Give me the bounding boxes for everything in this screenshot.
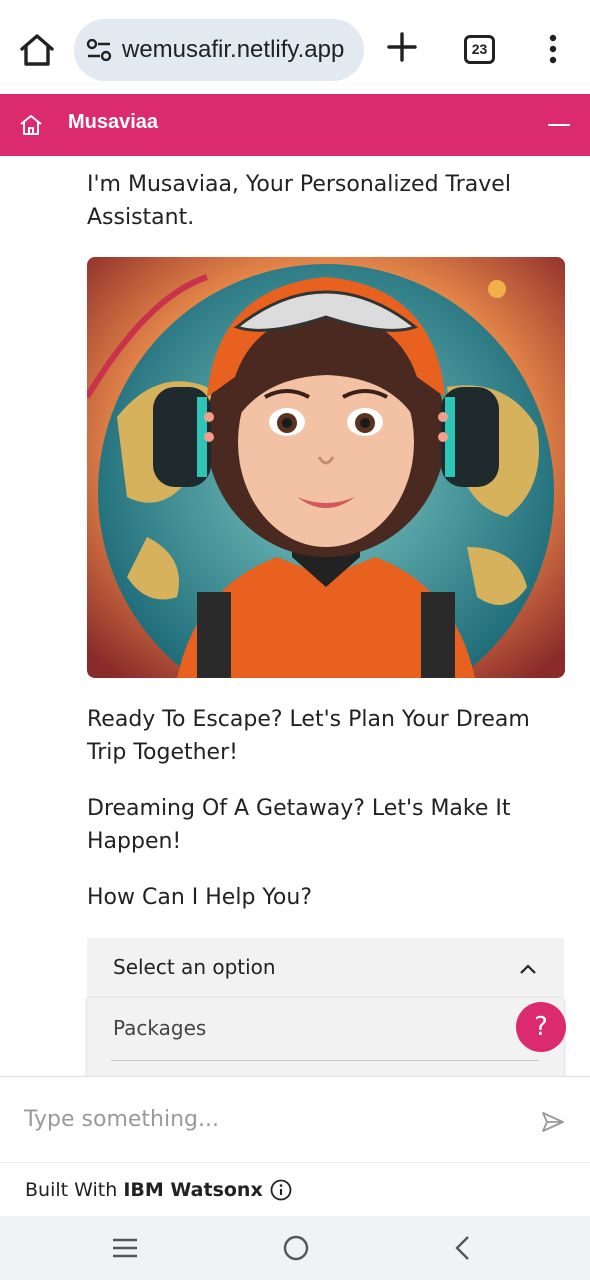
tab-switcher-button[interactable]: 23 bbox=[464, 35, 495, 64]
send-icon[interactable] bbox=[541, 1111, 565, 1133]
address-bar[interactable]: wemusafir.netlify.app bbox=[74, 19, 364, 81]
recent-apps-icon[interactable] bbox=[110, 1236, 140, 1260]
option-divider bbox=[111, 1060, 539, 1061]
back-icon[interactable] bbox=[452, 1234, 474, 1262]
chat-title: Musaviaa bbox=[68, 111, 159, 133]
built-with-label: Built With bbox=[25, 1179, 118, 1201]
option-select[interactable]: Select an option bbox=[87, 938, 564, 998]
select-placeholder: Select an option bbox=[113, 955, 276, 979]
message-composer bbox=[0, 1076, 590, 1162]
minimize-button[interactable] bbox=[548, 124, 570, 126]
powered-by-footer: Built With IBM Watsonx bbox=[0, 1162, 590, 1216]
browser-toolbar: wemusafir.netlify.app 23 bbox=[0, 0, 590, 94]
chevron-up-icon bbox=[519, 960, 537, 974]
brand-name: IBM Watsonx bbox=[123, 1179, 263, 1201]
chat-header: Musaviaa bbox=[0, 94, 590, 156]
bot-message-3: How Can I Help You? bbox=[87, 885, 312, 910]
intro-message: I'm Musaviaa, Your Personalized Travel A… bbox=[87, 172, 511, 230]
browser-home-icon[interactable] bbox=[18, 32, 56, 68]
system-navigation-bar bbox=[0, 1216, 590, 1280]
bot-message-2: Dreaming Of A Getaway? Let's Make It Hap… bbox=[87, 796, 511, 854]
option-packages[interactable]: Packages bbox=[113, 1016, 206, 1040]
bot-message-1: Ready To Escape? Let's Plan Your Dream T… bbox=[87, 707, 530, 765]
assistant-avatar-image bbox=[87, 257, 565, 678]
message-input[interactable] bbox=[24, 1099, 524, 1139]
url-text[interactable]: wemusafir.netlify.app bbox=[122, 36, 344, 64]
new-tab-icon[interactable] bbox=[385, 30, 419, 64]
chat-messages: I'm Musaviaa, Your Personalized Travel A… bbox=[0, 156, 590, 1076]
help-button[interactable]: ? bbox=[516, 1002, 566, 1052]
built-with-text: Built With IBM Watsonx bbox=[25, 1179, 263, 1201]
home-icon[interactable] bbox=[18, 112, 44, 138]
option-list: Packages bbox=[87, 998, 564, 1076]
info-icon[interactable] bbox=[270, 1179, 292, 1201]
more-options-icon[interactable] bbox=[544, 34, 562, 64]
site-settings-icon[interactable] bbox=[86, 38, 112, 62]
system-home-icon[interactable] bbox=[282, 1234, 310, 1262]
